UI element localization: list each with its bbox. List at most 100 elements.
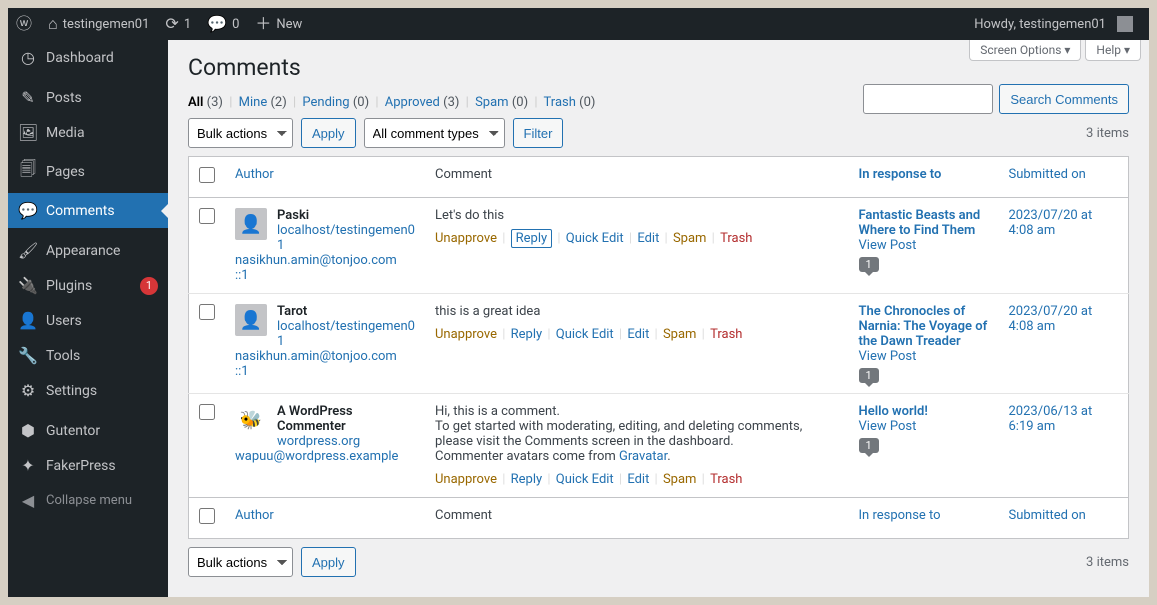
sidebar-item-tools[interactable]: 🔧Tools [8,338,168,373]
author-ip[interactable]: ::1 [235,268,415,283]
collapse-menu[interactable]: ◀Collapse menu [8,483,168,518]
comment-count-bubble[interactable]: 1 [859,438,879,453]
updates-link[interactable]: ⟳1 [157,8,199,40]
sidebar-item-settings[interactable]: ⚙Settings [8,373,168,408]
submitted-date-link[interactable]: 2023/06/13 at 6:19 am [1009,404,1093,434]
collapse-label: Collapse menu [46,493,132,508]
filter-all[interactable]: All [188,95,203,110]
select-comment-checkbox[interactable] [199,304,215,320]
search-comments-button[interactable]: Search Comments [999,84,1129,114]
select-all-bottom[interactable] [199,508,215,524]
col-response-foot[interactable]: In response to [859,508,941,523]
response-post-link[interactable]: The Chronocles of Narnia: The Voyage of … [859,304,988,349]
search-input[interactable] [863,84,993,114]
filter-spam[interactable]: Spam [475,95,509,110]
col-response[interactable]: In response to [859,167,942,182]
col-author[interactable]: Author [235,167,274,182]
quick-edit-action[interactable]: Quick Edit [556,472,614,487]
response-post-link[interactable]: Hello world! [859,404,928,419]
author-name: Tarot [277,304,307,319]
edit-action[interactable]: Edit [637,231,659,246]
spam-action[interactable]: Spam [673,231,707,246]
submitted-date-link[interactable]: 2023/07/20 at 4:08 am [1009,304,1093,334]
comments-table: Author Comment In response to Submitted … [188,156,1129,539]
filter-button[interactable]: Filter [513,118,564,148]
sidebar-item-label: Appearance [46,243,120,259]
apply-button-top[interactable]: Apply [301,118,356,148]
col-date-foot[interactable]: Submitted on [1009,508,1086,523]
comments-link[interactable]: 💬0 [199,8,247,40]
sidebar-item-appearance[interactable]: 🖌 Appearance [8,233,168,268]
bulk-actions-select-top[interactable]: Bulk actions [188,118,293,148]
unapprove-action[interactable]: Unapprove [435,472,497,487]
reply-action[interactable]: Reply [511,327,543,342]
col-author-foot[interactable]: Author [235,508,274,523]
gravatar-link[interactable]: Gravatar [619,449,667,464]
edit-action[interactable]: Edit [627,327,649,342]
my-account-link[interactable]: Howdy, testingemen01 [966,8,1141,40]
filter-approved[interactable]: Approved [385,95,440,110]
submitted-date-link[interactable]: 2023/07/20 at 4:08 am [1009,208,1093,238]
wp-logo[interactable]: ⓦ [8,8,40,40]
filter-trash[interactable]: Trash [544,95,576,110]
pending-comments-count: 0 [232,17,239,32]
view-post-link[interactable]: View Post [859,419,917,434]
col-date[interactable]: Submitted on [1009,167,1086,182]
response-post-link[interactable]: Fantastic Beasts and Where to Find Them [859,208,981,238]
comment-row: 👤Paskilocalhost/testingemen01nasikhun.am… [189,198,1129,294]
sidebar-item-gutentor[interactable]: ⬢Gutentor [8,413,168,448]
sidebar-item-label: Media [46,125,85,141]
sidebar-item-posts[interactable]: ✎Posts [8,80,168,115]
author-name: Paski [277,208,309,223]
view-post-link[interactable]: View Post [859,349,917,364]
comment-count-bubble[interactable]: 1 [859,368,879,383]
author-email[interactable]: nasikhun.amin@tonjoo.com [235,349,415,364]
sidebar-item-label: Tools [46,348,80,364]
trash-action[interactable]: Trash [720,231,752,246]
view-post-link[interactable]: View Post [859,238,917,253]
select-all-top[interactable] [199,167,215,183]
sidebar-item-dashboard[interactable]: ◷Dashboard [8,40,168,75]
author-ip[interactable]: ::1 [235,364,415,379]
appearance-icon: 🖌 [18,241,38,260]
sidebar-item-media[interactable]: 🖼Media [8,115,168,150]
items-count-top: 3 items [1086,126,1129,141]
comment-count-bubble[interactable]: 1 [859,257,879,272]
comments-icon: 💬 [18,201,38,220]
sidebar-item-fakerpress[interactable]: ✦FakerPress [8,448,168,483]
users-icon: 👤 [18,311,38,330]
sidebar-item-users[interactable]: 👤Users [8,303,168,338]
quick-edit-action[interactable]: Quick Edit [556,327,614,342]
trash-action[interactable]: Trash [710,327,742,342]
quick-edit-action[interactable]: Quick Edit [566,231,624,246]
fakerpress-icon: ✦ [18,456,38,475]
unapprove-action[interactable]: Unapprove [435,231,497,246]
sidebar-item-plugins[interactable]: 🔌Plugins1 [8,268,168,303]
sidebar-item-label: Gutentor [46,423,100,439]
filter-pending[interactable]: Pending [302,95,349,110]
reply-action[interactable]: Reply [511,472,543,487]
bulk-actions-select-bottom[interactable]: Bulk actions [188,547,293,577]
screen-options-tab[interactable]: Screen Options ▾ [969,40,1081,61]
select-comment-checkbox[interactable] [199,208,215,224]
author-email[interactable]: wapuu@wordpress.example [235,449,415,464]
sidebar-item-comments[interactable]: 💬Comments [8,193,168,228]
reply-action[interactable]: Reply [511,229,553,248]
sidebar-item-pages[interactable]: 🗐Pages [8,150,168,193]
author-email[interactable]: nasikhun.amin@tonjoo.com [235,253,415,268]
unapprove-action[interactable]: Unapprove [435,327,497,342]
pages-icon: 🗐 [18,158,38,185]
spam-action[interactable]: Spam [663,472,697,487]
help-tab[interactable]: Help ▾ [1085,40,1141,61]
apply-button-bottom[interactable]: Apply [301,547,356,577]
site-name-link[interactable]: ⌂testingemen01 [40,8,157,40]
new-content-link[interactable]: ＋New [247,8,310,40]
spam-action[interactable]: Spam [663,327,697,342]
avatar [1117,16,1133,32]
edit-action[interactable]: Edit [627,472,649,487]
select-comment-checkbox[interactable] [199,404,215,420]
author-url[interactable]: wordpress.org [235,434,415,449]
comment-type-select[interactable]: All comment types [364,118,505,148]
trash-action[interactable]: Trash [710,472,742,487]
filter-mine[interactable]: Mine [239,95,268,110]
